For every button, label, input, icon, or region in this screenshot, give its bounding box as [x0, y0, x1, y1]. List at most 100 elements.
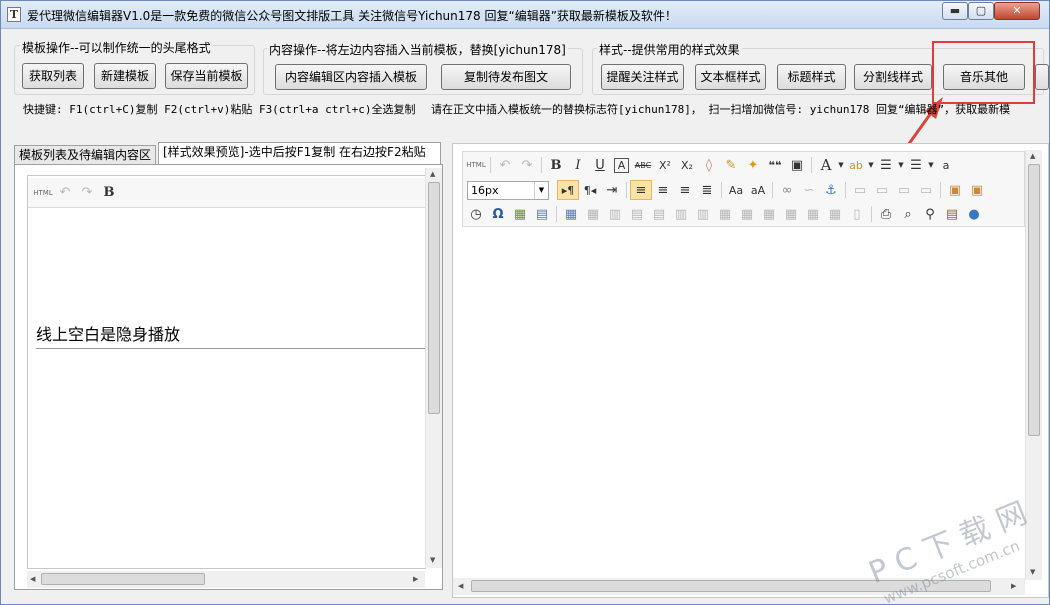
superscript-icon[interactable]: X²: [654, 155, 676, 175]
scroll-up-icon[interactable]: ▲: [1030, 152, 1035, 160]
clock-icon[interactable]: ◷: [465, 204, 487, 224]
delete-table-icon[interactable]: ▦: [582, 204, 604, 224]
unlink-icon[interactable]: ∽: [798, 180, 820, 200]
save-template-button[interactable]: 保存当前模板: [165, 63, 248, 89]
insert-paragraph-before-table-icon[interactable]: ▥: [604, 204, 626, 224]
textbox-style-button[interactable]: 文本框样式: [695, 64, 766, 90]
split-cells-icon[interactable]: ▦: [780, 204, 802, 224]
italic-icon[interactable]: I: [567, 155, 589, 175]
split-cols-icon[interactable]: ▦: [824, 204, 846, 224]
scroll-right-icon[interactable]: ▶: [413, 575, 418, 583]
insert-into-template-button[interactable]: 内容编辑区内容插入模板: [275, 64, 427, 90]
eraser-icon[interactable]: ◊: [698, 155, 720, 175]
dropdown-arrow-icon[interactable]: ▼: [837, 155, 845, 175]
redo-icon[interactable]: ↷: [76, 183, 98, 203]
bold-icon[interactable]: B: [545, 155, 567, 175]
merge-cells-icon[interactable]: ▦: [714, 204, 736, 224]
image-float-left-icon[interactable]: ▭: [871, 180, 893, 200]
undo-icon[interactable]: ↶: [494, 155, 516, 175]
undo-icon[interactable]: ↶: [54, 183, 76, 203]
format-brush-icon[interactable]: ✎: [720, 155, 742, 175]
ltr-direction-icon[interactable]: ▸¶: [557, 180, 579, 200]
search-replace-icon[interactable]: ⚲: [919, 204, 941, 224]
image-float-right-icon[interactable]: ▭: [893, 180, 915, 200]
right-vscroll[interactable]: ▲ ▼: [1025, 150, 1042, 580]
divider-style-button[interactable]: 分割线样式: [854, 64, 932, 90]
follow-reminder-style-button[interactable]: 提醒关注样式: [601, 64, 684, 90]
insert-col-icon[interactable]: ▥: [670, 204, 692, 224]
insert-frame-icon[interactable]: ▤: [531, 204, 553, 224]
font-size-select[interactable]: 16px ▼: [467, 181, 549, 200]
insert-row-icon[interactable]: ▤: [626, 204, 648, 224]
page-break-icon[interactable]: ▯: [846, 204, 868, 224]
print-icon[interactable]: ⎙: [875, 204, 897, 224]
left-vscroll[interactable]: ▲ ▼: [425, 168, 442, 568]
special-char-icon[interactable]: Ω: [487, 204, 509, 224]
title-bar[interactable]: T 爱代理微信编辑器V1.0是一款免费的微信公众号图文排版工具 关注微信号Yic…: [1, 1, 1049, 29]
left-editor[interactable]: HTML ↶ ↷ B 线上空白是隐身播放: [27, 175, 426, 569]
minimize-button[interactable]: ▬: [942, 2, 968, 20]
uppercase-icon[interactable]: Aa: [725, 180, 747, 200]
lowercase-icon[interactable]: aA: [747, 180, 769, 200]
rtl-direction-icon[interactable]: ¶◂: [579, 180, 601, 200]
left-hscroll[interactable]: ◀ ▶: [27, 571, 425, 588]
ordered-list-icon[interactable]: ☰: [875, 155, 897, 175]
tab-template-list[interactable]: 模板列表及待编辑内容区: [14, 145, 157, 165]
line-height-icon[interactable]: a: [935, 155, 957, 175]
chevron-down-icon[interactable]: ▼: [534, 182, 548, 199]
close-button[interactable]: ✕: [994, 2, 1040, 20]
split-rows-icon[interactable]: ▦: [802, 204, 824, 224]
get-list-button[interactable]: 获取列表: [22, 63, 84, 89]
html-source-icon[interactable]: HTML: [32, 183, 54, 203]
align-left-icon[interactable]: ≡: [630, 180, 652, 200]
left-vscroll-thumb[interactable]: [428, 182, 440, 414]
insert-table-icon[interactable]: ▦: [560, 204, 582, 224]
unordered-list-icon[interactable]: ☰: [905, 155, 927, 175]
underline-icon[interactable]: U: [589, 155, 611, 175]
dropdown-arrow-icon[interactable]: ▼: [867, 155, 875, 175]
insert-media-icon[interactable]: ▦: [509, 204, 531, 224]
tab-style-preview[interactable]: [样式效果预览]-选中后按F1复制 在右边按F2粘贴: [158, 142, 441, 165]
right-vscroll-thumb[interactable]: [1028, 164, 1040, 436]
auto-format-icon[interactable]: ✦: [742, 155, 764, 175]
insert-image-icon[interactable]: ▣: [944, 180, 966, 200]
preview-icon[interactable]: ⌕: [897, 204, 919, 224]
font-color-icon[interactable]: A: [815, 155, 837, 175]
align-right-icon[interactable]: ≡: [674, 180, 696, 200]
indent-icon[interactable]: ⇥: [601, 180, 623, 200]
dropdown-arrow-icon[interactable]: ▼: [927, 155, 935, 175]
dropdown-arrow-icon[interactable]: ▼: [897, 155, 905, 175]
delete-row-icon[interactable]: ▤: [648, 204, 670, 224]
maximize-button[interactable]: ▢: [968, 2, 994, 20]
scroll-left-icon[interactable]: ◀: [458, 582, 463, 590]
align-center-icon[interactable]: ≡: [652, 180, 674, 200]
html-source-icon[interactable]: HTML: [465, 155, 487, 175]
image-center-icon[interactable]: ▭: [915, 180, 937, 200]
title-style-button[interactable]: 标题样式: [777, 64, 846, 90]
scroll-down-icon[interactable]: ▼: [1030, 568, 1035, 576]
overflow-button[interactable]: [1035, 64, 1049, 90]
font-border-icon[interactable]: A: [614, 157, 629, 173]
bold-icon[interactable]: B: [98, 183, 120, 203]
template-icon[interactable]: ▤: [941, 204, 963, 224]
new-template-button[interactable]: 新建模板: [94, 63, 156, 89]
image-float-none-icon[interactable]: ▭: [849, 180, 871, 200]
delete-col-icon[interactable]: ▥: [692, 204, 714, 224]
strikethrough-icon[interactable]: ABC: [632, 155, 654, 175]
anchor-icon[interactable]: ⚓: [820, 180, 842, 200]
left-hscroll-thumb[interactable]: [41, 573, 205, 585]
scroll-up-icon[interactable]: ▲: [430, 170, 435, 178]
scroll-down-icon[interactable]: ▼: [430, 556, 435, 564]
subscript-icon[interactable]: X₂: [676, 155, 698, 175]
merge-right-icon[interactable]: ▦: [736, 204, 758, 224]
help-icon[interactable]: ●: [963, 204, 985, 224]
align-justify-icon[interactable]: ≣: [696, 180, 718, 200]
scroll-right-icon[interactable]: ▶: [1011, 582, 1016, 590]
scroll-left-icon[interactable]: ◀: [30, 575, 35, 583]
copy-publish-button[interactable]: 复制待发布图文: [441, 64, 571, 90]
merge-down-icon[interactable]: ▦: [758, 204, 780, 224]
link-icon[interactable]: ∞: [776, 180, 798, 200]
paste-text-icon[interactable]: ▣: [786, 155, 808, 175]
redo-icon[interactable]: ↷: [516, 155, 538, 175]
multi-image-icon[interactable]: ▣: [966, 180, 988, 200]
